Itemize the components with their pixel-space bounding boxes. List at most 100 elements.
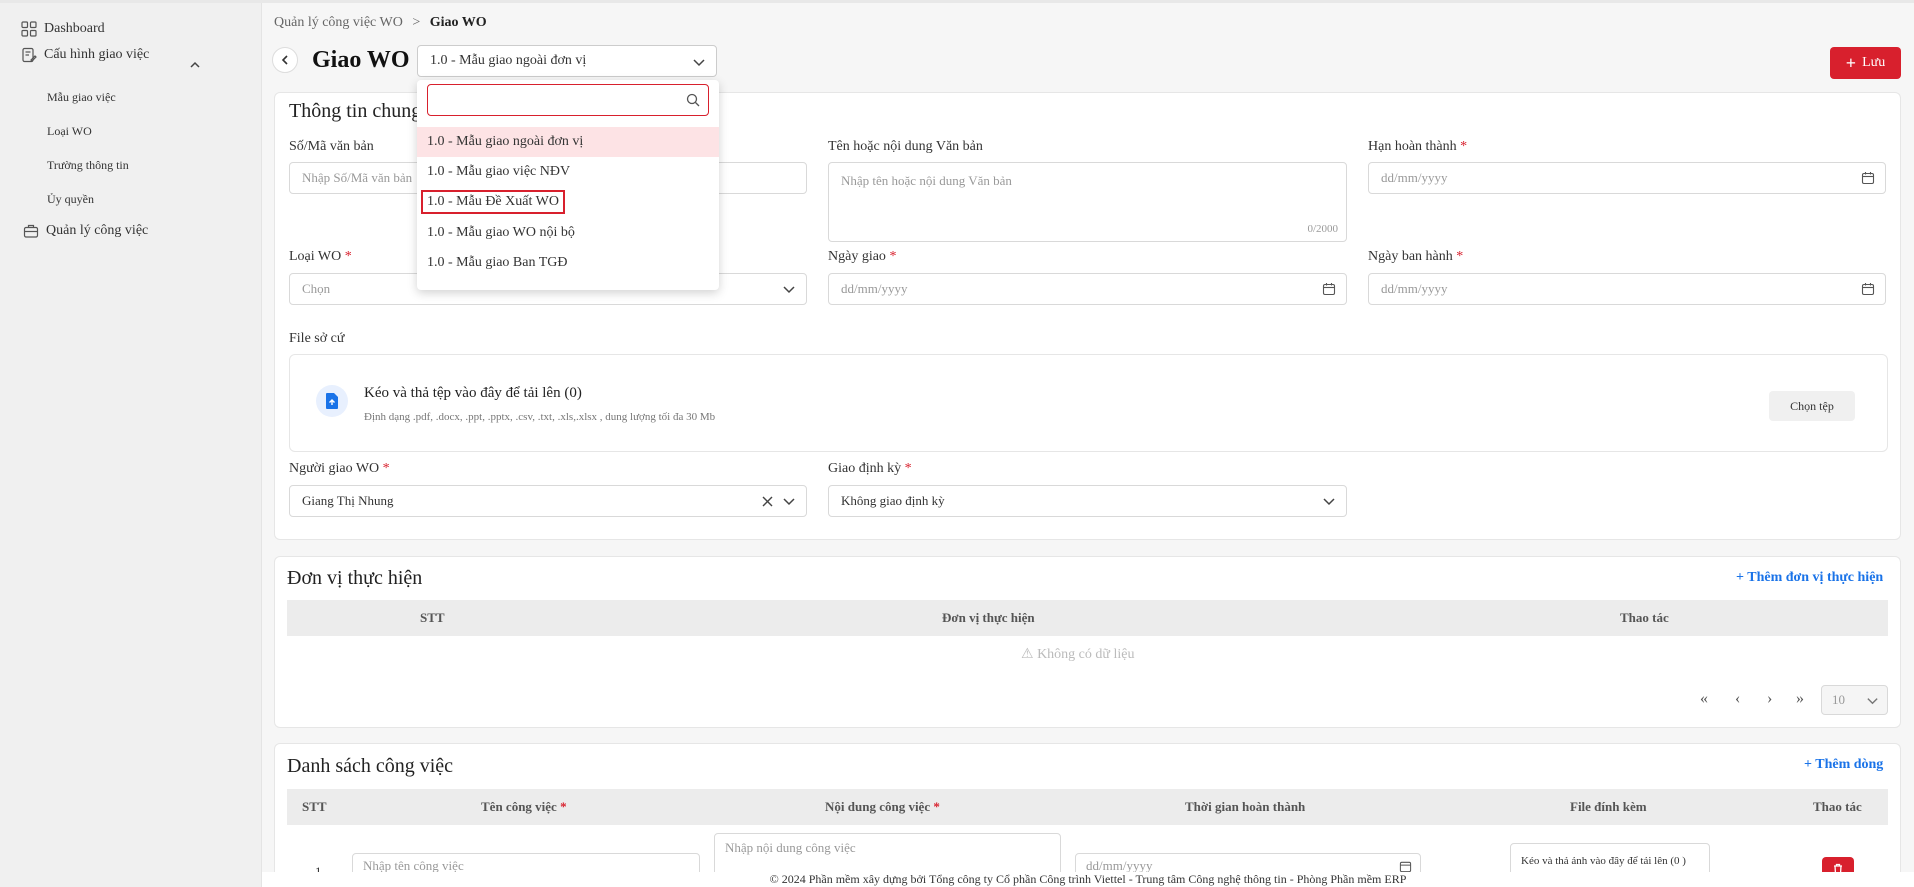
issue-date-input[interactable]: dd/mm/yyyy xyxy=(1368,273,1886,305)
file-upload-icon xyxy=(316,385,348,417)
clear-icon[interactable] xyxy=(761,495,774,508)
required-mark: * xyxy=(344,249,352,264)
calendar-icon xyxy=(1322,283,1336,296)
file-upload-zone[interactable]: Kéo và thả tệp vào đây để tải lên (0) Đị… xyxy=(289,354,1888,452)
doc-name-textarea[interactable]: Nhập tên hoặc nội dung Văn bản 0/2000 xyxy=(828,162,1347,242)
sidebar-item-fields[interactable]: Trường thông tin xyxy=(47,158,129,173)
dropdown-option[interactable]: 1.0 - Mẫu giao WO nội bộ xyxy=(417,218,719,248)
dropdown-option[interactable]: 1.0 - Mẫu giao việc NĐV xyxy=(417,157,719,187)
pager-next[interactable]: › xyxy=(1767,690,1772,708)
choose-file-button[interactable]: Chọn tệp xyxy=(1769,391,1855,421)
units-card xyxy=(274,556,1901,728)
units-title: Đơn vị thực hiện xyxy=(287,567,423,589)
sidebar-item-wo-type[interactable]: Loại WO xyxy=(47,124,92,139)
column-header: STT xyxy=(302,799,327,814)
assigner-label-text: Người giao WO xyxy=(289,461,380,476)
wo-type-label: Loại WO * xyxy=(289,249,352,265)
sidebar-item-label: Quản lý công việc xyxy=(46,223,149,238)
chevron-down-icon xyxy=(1323,498,1335,506)
required-mark: * xyxy=(889,249,897,264)
highlighted-option-label: 1.0 - Mẫu Đề Xuất WO xyxy=(421,190,565,214)
column-header: Thời gian hoàn thành xyxy=(1185,799,1306,814)
search-icon xyxy=(686,93,700,107)
deadline-date-input[interactable]: dd/mm/yyyy xyxy=(1368,162,1886,194)
upload-title: Kéo và thả tệp vào đây để tải lên (0) xyxy=(364,385,582,401)
add-row-link[interactable]: + Thêm dòng xyxy=(1804,757,1883,773)
column-header: Thao tác xyxy=(1620,610,1669,625)
plus-icon: + xyxy=(1845,52,1857,73)
doc-name-label: Tên hoặc nội dung Văn bản xyxy=(828,139,983,154)
sidebar-item-manage[interactable]: Quản lý công việc xyxy=(22,222,148,240)
column-header: STT xyxy=(420,610,445,625)
upload-hint: Định dạng .pdf, .docx, .ppt, .pptx, .csv… xyxy=(364,411,716,423)
dropdown-option[interactable]: 1.0 - Mẫu giao ngoài đơn vị xyxy=(417,127,719,157)
template-dropdown: 1.0 - Mẫu giao ngoài đơn vị 1.0 - Mẫu gi… xyxy=(417,80,719,290)
column-header-text: Tên công việc xyxy=(481,799,557,814)
required-mark: * xyxy=(382,461,390,476)
assigner-label: Người giao WO * xyxy=(289,461,390,477)
date-placeholder: dd/mm/yyyy xyxy=(841,281,908,296)
units-table-header: STT Đơn vị thực hiện Thao tác xyxy=(287,600,1888,636)
warning-icon: ⚠ xyxy=(1021,647,1038,662)
chevron-down-icon xyxy=(783,498,795,506)
tasks-table-header: STT Tên công việc * Nội dung công việc *… xyxy=(287,789,1888,825)
breadcrumb: Quản lý công việc WO > Giao WO xyxy=(274,15,487,31)
deadline-label: Hạn hoàn thành * xyxy=(1368,139,1467,155)
char-counter: 0/2000 xyxy=(1307,223,1338,235)
assigner-value: Giang Thị Nhung xyxy=(302,493,394,508)
template-select[interactable]: 1.0 - Mẫu giao ngoài đơn vị xyxy=(417,45,717,77)
chevron-down-icon xyxy=(783,286,795,294)
sidebar-item-config[interactable]: Cấu hình giao việc xyxy=(20,46,149,64)
periodic-select[interactable]: Không giao định kỳ xyxy=(828,485,1347,517)
footer: © 2024 Phần mềm xây dựng bởi Tổng công t… xyxy=(262,872,1914,887)
deadline-label-text: Hạn hoàn thành xyxy=(1368,139,1457,154)
column-header: File đính kèm xyxy=(1570,799,1647,814)
add-row-label: Thêm dòng xyxy=(1815,757,1884,772)
chevron-up-icon[interactable] xyxy=(188,58,202,72)
sidebar-item-dashboard[interactable]: Dashboard xyxy=(20,20,105,38)
dropdown-search-input[interactable] xyxy=(427,84,709,116)
column-header: Đơn vị thực hiện xyxy=(942,610,1035,625)
plus-icon: + xyxy=(1804,757,1816,772)
plus-icon: + xyxy=(1736,570,1748,585)
doc-name-placeholder: Nhập tên hoặc nội dung Văn bản xyxy=(841,173,1012,188)
calendar-icon xyxy=(1861,283,1875,296)
issue-date-label-text: Ngày ban hành xyxy=(1368,249,1453,264)
assign-date-label: Ngày giao * xyxy=(828,249,896,265)
sidebar-item-delegation[interactable]: Ủy quyền xyxy=(47,192,94,207)
dropdown-option[interactable]: 1.0 - Mẫu Đề Xuất WO xyxy=(417,187,719,217)
tasks-title: Danh sách công việc xyxy=(287,755,454,777)
calendar-icon xyxy=(1861,172,1875,185)
sidebar-item-label: Dashboard xyxy=(44,21,105,36)
save-button[interactable]: + Lưu xyxy=(1830,47,1901,79)
empty-state: ⚠ Không có dữ liệu xyxy=(1021,646,1134,663)
assign-date-input[interactable]: dd/mm/yyyy xyxy=(828,273,1347,305)
chevron-left-icon xyxy=(281,55,288,65)
page-size-value: 10 xyxy=(1832,692,1845,707)
assigner-select[interactable]: Giang Thị Nhung xyxy=(289,485,807,517)
column-header: Nội dung công việc * xyxy=(825,799,940,815)
file-label: File sở cứ xyxy=(289,331,345,346)
column-header-text: Nội dung công việc xyxy=(825,799,931,814)
required-mark: * xyxy=(904,461,912,476)
date-placeholder: dd/mm/yyyy xyxy=(1381,281,1448,296)
chevron-down-icon xyxy=(693,59,705,67)
sidebar-item-template[interactable]: Mẫu giao việc xyxy=(47,90,116,105)
pager-last[interactable]: » xyxy=(1796,690,1804,708)
back-button[interactable] xyxy=(272,47,298,73)
issue-date-label: Ngày ban hành * xyxy=(1368,249,1463,265)
page-size-select[interactable]: 10 xyxy=(1821,685,1888,715)
dropdown-option[interactable]: 1.0 - Mẫu giao Ban TGĐ xyxy=(417,248,719,278)
pager-first[interactable]: « xyxy=(1700,690,1708,708)
periodic-value: Không giao định kỳ xyxy=(841,493,945,508)
wo-type-label-text: Loại WO xyxy=(289,249,342,264)
pager-prev[interactable]: ‹ xyxy=(1735,690,1740,708)
breadcrumb-parent[interactable]: Quản lý công việc WO xyxy=(274,15,403,30)
column-header: Thao tác xyxy=(1813,799,1862,814)
add-unit-label: Thêm đơn vị thực hiện xyxy=(1747,570,1884,585)
sidebar: Dashboard Cấu hình giao việc Mẫu giao vi… xyxy=(0,3,262,887)
breadcrumb-separator: > xyxy=(412,15,421,30)
required-mark: * xyxy=(560,799,567,814)
dashboard-icon xyxy=(20,20,38,38)
add-unit-link[interactable]: + Thêm đơn vị thực hiện xyxy=(1736,570,1883,586)
